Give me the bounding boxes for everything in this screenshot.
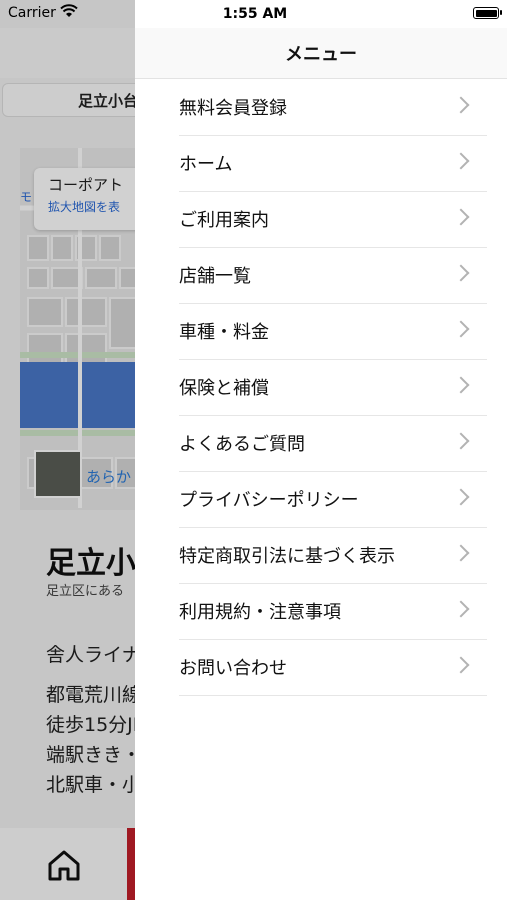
- chevron-right-icon: [452, 208, 470, 226]
- menu-item-label: お問い合わせ: [179, 658, 287, 679]
- chevron-right-icon: [452, 152, 470, 170]
- menu-item-label: よくあるご質問: [179, 434, 305, 455]
- menu-item-guide[interactable]: ご利用案内: [179, 192, 487, 248]
- menu-item-label: 利用規約・注意事項: [179, 602, 341, 623]
- menu-list: 無料会員登録 ホーム ご利用案内 店舗一覧 車種・料金 保険と補償 よくあるご質…: [179, 80, 487, 696]
- menu-item-free-registration[interactable]: 無料会員登録: [179, 80, 487, 136]
- side-menu-drawer: 1:55 AM メニュー 無料会員登録 ホーム ご利用案内 店舗一覧 車種・料金…: [135, 0, 507, 900]
- menu-item-privacy-policy[interactable]: プライバシーポリシー: [179, 472, 487, 528]
- menu-item-label: 無料会員登録: [179, 98, 287, 119]
- chevron-right-icon: [452, 488, 470, 506]
- battery-tip: [500, 10, 502, 15]
- chevron-right-icon: [452, 96, 470, 114]
- menu-item-label: ホーム: [179, 154, 233, 175]
- chevron-right-icon: [452, 376, 470, 394]
- menu-item-label: 保険と補償: [179, 378, 269, 399]
- menu-item-vehicles-pricing[interactable]: 車種・料金: [179, 304, 487, 360]
- menu-item-insurance[interactable]: 保険と補償: [179, 360, 487, 416]
- menu-item-contact[interactable]: お問い合わせ: [179, 640, 487, 696]
- menu-item-commercial-law[interactable]: 特定商取引法に基づく表示: [179, 528, 487, 584]
- chevron-right-icon: [452, 600, 470, 618]
- menu-item-label: プライバシーポリシー: [179, 490, 359, 511]
- chevron-right-icon: [452, 544, 470, 562]
- chevron-right-icon: [452, 432, 470, 450]
- chevron-right-icon: [452, 264, 470, 282]
- menu-item-label: ご利用案内: [179, 210, 269, 231]
- chevron-right-icon: [452, 320, 470, 338]
- menu-item-store-list[interactable]: 店舗一覧: [179, 248, 487, 304]
- menu-item-faq[interactable]: よくあるご質問: [179, 416, 487, 472]
- status-time: 1:55 AM: [222, 6, 288, 22]
- menu-item-home[interactable]: ホーム: [179, 136, 487, 192]
- menu-item-label: 特定商取引法に基づく表示: [179, 546, 395, 567]
- menu-item-label: 店舗一覧: [179, 266, 251, 287]
- menu-title: メニュー: [285, 44, 357, 65]
- menu-item-terms[interactable]: 利用規約・注意事項: [179, 584, 487, 640]
- menu-item-label: 車種・料金: [179, 322, 269, 343]
- battery-icon: [473, 7, 499, 19]
- chevron-right-icon: [452, 656, 470, 674]
